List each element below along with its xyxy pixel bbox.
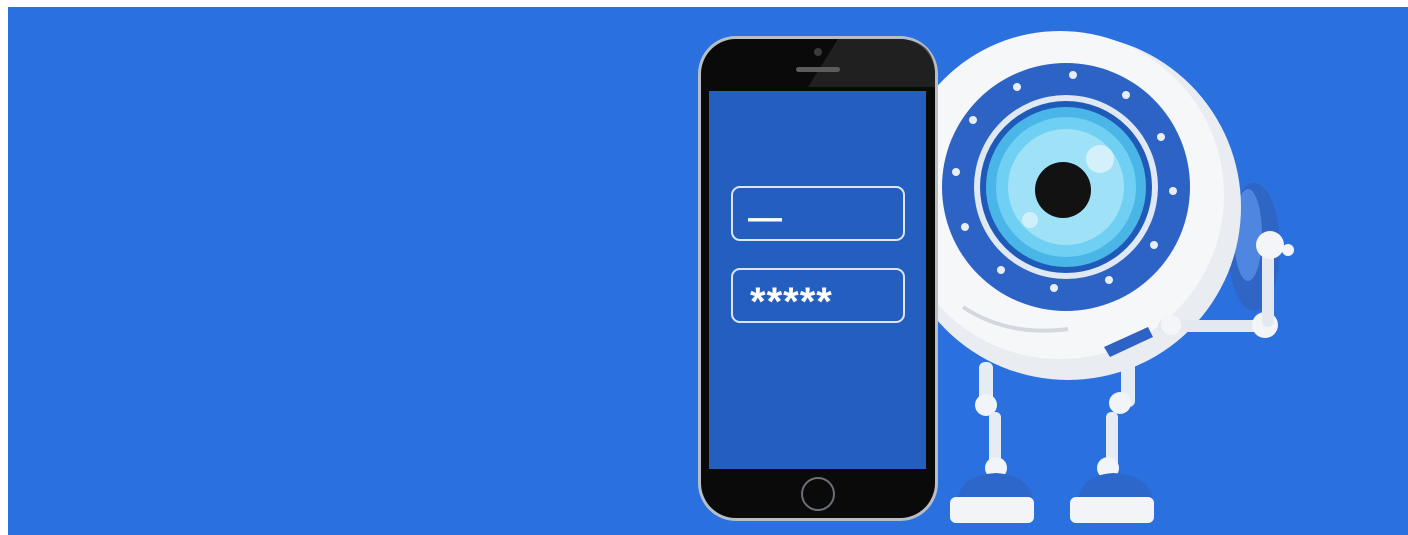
- smartphone: — *****: [698, 36, 938, 521]
- robot-left-leg: [950, 362, 1034, 523]
- robot-right-leg: [1070, 362, 1154, 523]
- username-mask: —: [748, 199, 782, 237]
- home-button: [801, 477, 835, 511]
- hero-banner[interactable]: — *****: [8, 7, 1408, 535]
- banner-link[interactable]: [8, 0, 298, 6]
- eye-robot-icon: [895, 31, 1294, 523]
- hero-illustration: — *****: [698, 31, 1294, 523]
- password-mask: *****: [750, 280, 833, 324]
